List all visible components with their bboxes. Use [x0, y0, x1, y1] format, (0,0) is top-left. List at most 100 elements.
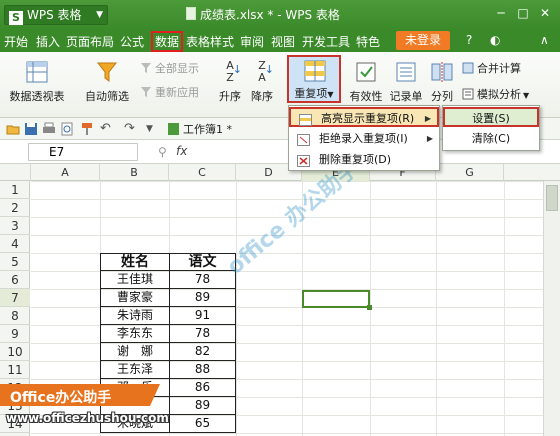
undo-icon[interactable]: ↶	[100, 122, 114, 136]
delete-duplicates-item[interactable]: 删除重复项(D)	[289, 150, 439, 170]
workbook-tab[interactable]: 工作簿1 *	[168, 121, 232, 138]
column-header[interactable]: B	[100, 164, 169, 181]
validity-icon	[354, 60, 378, 84]
highlight-duplicates-icon	[299, 113, 312, 126]
name-box[interactable]: E7	[28, 143, 138, 161]
table-cell-score[interactable]: 89	[169, 289, 236, 307]
reapply-button[interactable]: 重新应用	[140, 84, 199, 100]
simulate-analysis-button[interactable]: 模拟分析 ▼	[462, 86, 529, 102]
row-header[interactable]: 1	[0, 181, 30, 199]
grid-line	[436, 181, 437, 436]
table-cell-name[interactable]: 李东东	[100, 325, 170, 343]
pivot-table-button[interactable]: 数据透视表	[6, 60, 68, 104]
merge-calc-button[interactable]: 合并计算	[462, 60, 521, 76]
table-cell-score[interactable]: 65	[169, 415, 236, 433]
chevron-down-icon: ▼	[327, 90, 334, 99]
table-header-name[interactable]: 姓名	[100, 253, 170, 271]
menu-view[interactable]: 视图	[271, 33, 295, 50]
clear-highlight-item[interactable]: 清除(C)	[443, 129, 539, 149]
workbook-icon	[168, 123, 179, 135]
row-header[interactable]: 6	[0, 271, 30, 289]
table-cell-name[interactable]: 曹家豪	[100, 289, 170, 307]
row-header[interactable]: 2	[0, 199, 30, 217]
watermark-logo-text: Office办公助手	[10, 390, 112, 406]
table-cell-score[interactable]: 78	[169, 271, 236, 289]
customize-qat-icon[interactable]: ▼	[146, 122, 160, 136]
fill-handle[interactable]	[367, 305, 372, 310]
split-columns-icon	[430, 60, 454, 84]
show-all-label: 全部显示	[155, 62, 199, 75]
record-form-label: 记录单	[389, 90, 423, 103]
autofilter-button[interactable]: 自动筛选	[82, 60, 132, 104]
validity-button[interactable]: 有效性	[348, 60, 384, 104]
table-cell-name[interactable]: 王佳琪	[100, 271, 170, 289]
row-header[interactable]: 3	[0, 217, 30, 235]
fx-icon[interactable]: fx	[176, 144, 187, 158]
chevron-down-icon: ▼	[96, 10, 103, 20]
menu-table-style[interactable]: 表格样式	[186, 33, 234, 50]
table-cell-score[interactable]: 78	[169, 325, 236, 343]
sort-descending-button[interactable]: Z A ↓ 降序	[248, 60, 276, 104]
reject-duplicates-item[interactable]: 拒绝录入重复项(I) ▶	[289, 129, 439, 149]
show-all-button[interactable]: 全部显示	[140, 60, 199, 76]
help-icon[interactable]: ?	[466, 33, 472, 47]
record-form-icon	[394, 60, 418, 84]
skin-icon[interactable]: ◐	[490, 33, 500, 47]
app-menu-button[interactable]: S WPS 表格 ▼	[4, 5, 108, 25]
column-header[interactable]: A	[31, 164, 100, 181]
table-cell-name[interactable]: 王东泽	[100, 361, 170, 379]
maximize-icon[interactable]: □	[516, 6, 530, 20]
menu-review[interactable]: 审阅	[240, 33, 264, 50]
select-all-corner[interactable]	[0, 164, 31, 181]
zoom-lens-icon[interactable]: ⚲	[158, 145, 167, 159]
autofilter-label: 自动筛选	[85, 90, 129, 103]
row-header[interactable]: 11	[0, 361, 30, 379]
menu-developer[interactable]: 开发工具	[302, 33, 350, 50]
scrollbar-thumb[interactable]	[546, 185, 558, 211]
table-cell-name[interactable]: 谢 娜	[100, 343, 170, 361]
row-header[interactable]: 7	[0, 289, 30, 307]
chevron-right-icon: ▶	[424, 114, 431, 123]
vertical-scrollbar[interactable]	[543, 181, 560, 436]
close-icon[interactable]: ✕	[538, 6, 552, 20]
column-header[interactable]: G	[436, 164, 504, 181]
row-header[interactable]: 5	[0, 253, 30, 271]
duplicates-button[interactable]: 重复项▼	[287, 55, 341, 103]
column-header[interactable]: C	[169, 164, 236, 181]
menu-insert[interactable]: 插入	[36, 33, 60, 50]
minimize-icon[interactable]: ─	[494, 6, 508, 20]
menu-formula[interactable]: 公式	[120, 33, 144, 50]
row-header[interactable]: 9	[0, 325, 30, 343]
menu-page-layout[interactable]: 页面布局	[66, 33, 114, 50]
menu-features[interactable]: 特色	[356, 33, 380, 50]
menu-data[interactable]: 数据	[151, 31, 184, 52]
reject-duplicates-icon	[297, 133, 310, 146]
row-header[interactable]: 8	[0, 307, 30, 325]
duplicates-label: 重复项▼	[294, 87, 334, 100]
format-painter-icon[interactable]	[80, 122, 94, 136]
table-cell-score[interactable]: 82	[169, 343, 236, 361]
funnel-refresh-icon	[140, 86, 152, 98]
row-header[interactable]: 10	[0, 343, 30, 361]
menu-home[interactable]: 开始	[4, 33, 28, 50]
record-form-button[interactable]: 记录单	[388, 60, 424, 104]
validity-label: 有效性	[349, 90, 383, 103]
login-button[interactable]: 未登录	[396, 31, 450, 50]
active-cell-selection[interactable]	[302, 290, 372, 310]
ribbon-collapse-icon[interactable]: ∧	[540, 33, 549, 47]
print-icon[interactable]	[42, 122, 56, 136]
open-folder-icon[interactable]	[6, 122, 20, 136]
save-icon[interactable]	[24, 122, 38, 136]
table-cell-score[interactable]: 88	[169, 361, 236, 379]
table-cell-score[interactable]: 91	[169, 307, 236, 325]
highlight-duplicates-item[interactable]: 高亮显示重复项(R) ▶	[289, 107, 439, 127]
sort-ascending-button[interactable]: A Z ↓ 升序	[216, 60, 244, 104]
print-preview-icon[interactable]	[60, 122, 74, 136]
table-cell-name[interactable]: 朱诗雨	[100, 307, 170, 325]
title-bar: S WPS 表格 ▼ 成绩表.xlsx * - WPS 表格 ─ □ ✕	[0, 0, 560, 30]
row-header[interactable]: 4	[0, 235, 30, 253]
split-columns-button[interactable]: 分列	[428, 60, 456, 104]
pivot-table-icon	[25, 60, 49, 84]
set-highlight-item[interactable]: 设置(S)	[443, 107, 539, 127]
redo-icon[interactable]: ↷	[124, 122, 138, 136]
